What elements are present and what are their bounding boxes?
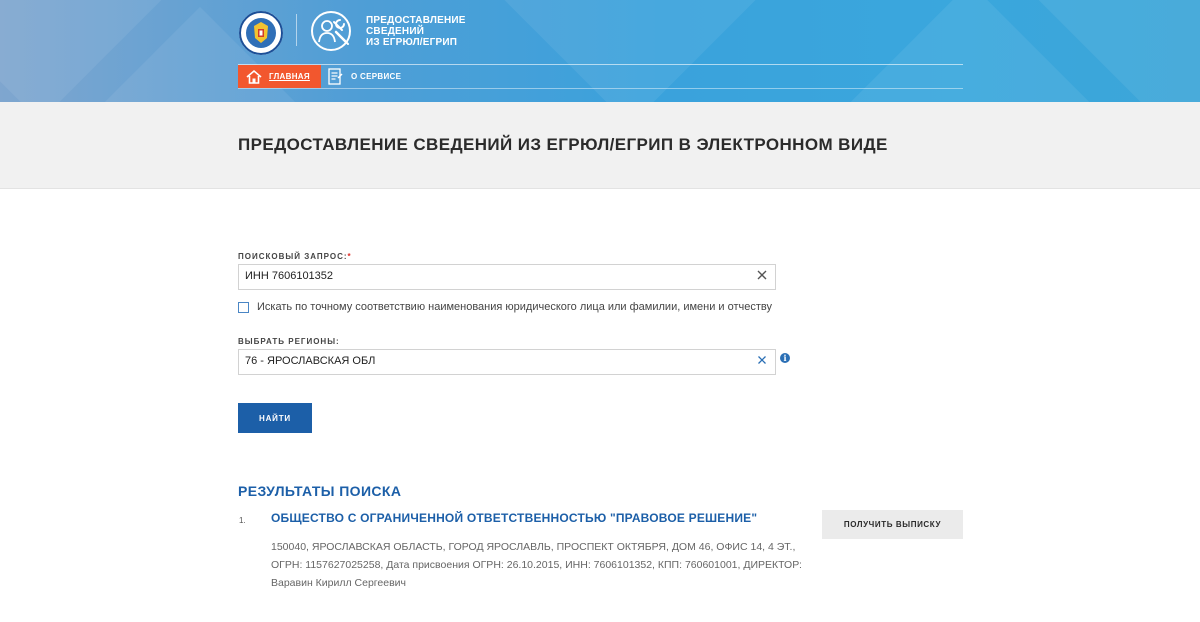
result-details: 150040, ЯРОСЛАВСКАЯ ОБЛАСТЬ, ГОРОД ЯРОСЛ… xyxy=(271,538,811,592)
query-label: ПОИСКОВЫЙ ЗАПРОС:* xyxy=(238,252,352,261)
document-icon xyxy=(328,68,343,85)
fns-emblem-icon[interactable] xyxy=(239,11,283,55)
home-icon xyxy=(246,69,262,85)
results-title: РЕЗУЛЬТАТЫ ПОИСКА xyxy=(238,483,402,499)
result-address: 150040, ЯРОСЛАВСКАЯ ОБЛАСТЬ, ГОРОД ЯРОСЛ… xyxy=(271,541,796,553)
query-input[interactable]: ИНН 7606101352 xyxy=(238,264,776,290)
exact-match-label[interactable]: Искать по точному соответствию наименова… xyxy=(257,301,772,313)
search-button[interactable]: НАЙТИ xyxy=(238,403,312,433)
exact-match-checkbox[interactable] xyxy=(238,301,249,313)
result-number: 1. xyxy=(239,516,246,525)
result-company-link[interactable]: ОБЩЕСТВО С ОГРАНИЧЕННОЙ ОТВЕТСТВЕННОСТЬЮ… xyxy=(271,511,757,525)
regions-select[interactable]: 76 - ЯРОСЛАВСКАЯ ОБЛ xyxy=(238,349,776,375)
get-extract-button[interactable]: ПОЛУЧИТЬ ВЫПИСКУ xyxy=(822,510,963,539)
required-mark: * xyxy=(347,252,352,261)
nav-home-link[interactable]: ГЛАВНАЯ xyxy=(238,65,321,88)
regions-label: ВЫБРАТЬ РЕГИОНЫ: xyxy=(238,337,340,346)
header-divider xyxy=(296,14,297,46)
exact-match-option[interactable]: Искать по точному соответствию наименова… xyxy=(238,301,772,313)
nav-home-label: ГЛАВНАЯ xyxy=(269,72,310,81)
nav-divider-bottom xyxy=(238,88,963,89)
info-icon[interactable]: i xyxy=(780,353,790,363)
regions-select-value[interactable]: 76 - ЯРОСЛАВСКАЯ ОБЛ xyxy=(245,355,375,367)
page-title: ПРЕДОСТАВЛЕНИЕ СВЕДЕНИЙ ИЗ ЕГРЮЛ/ЕГРИП В… xyxy=(238,135,888,154)
query-input-value[interactable]: ИНН 7606101352 xyxy=(245,270,333,282)
nav-about-label: О СЕРВИСЕ xyxy=(351,72,402,81)
result-director: Варавин Кирилл Сергеевич xyxy=(271,577,406,589)
site-header: ПРЕДОСТАВЛЕНИЕ СВЕДЕНИЙ ИЗ ЕГРЮЛ/ЕГРИП Г… xyxy=(0,0,1200,102)
worker-wrench-icon xyxy=(310,10,352,52)
clear-query-icon[interactable] xyxy=(755,268,769,282)
service-title: ПРЕДОСТАВЛЕНИЕ СВЕДЕНИЙ ИЗ ЕГРЮЛ/ЕГРИП xyxy=(366,15,466,48)
clear-regions-icon[interactable] xyxy=(755,353,769,367)
nav-about-link[interactable]: О СЕРВИСЕ xyxy=(328,65,401,88)
result-registration: ОГРН: 1157627025258, Дата присвоения ОГР… xyxy=(271,559,802,571)
